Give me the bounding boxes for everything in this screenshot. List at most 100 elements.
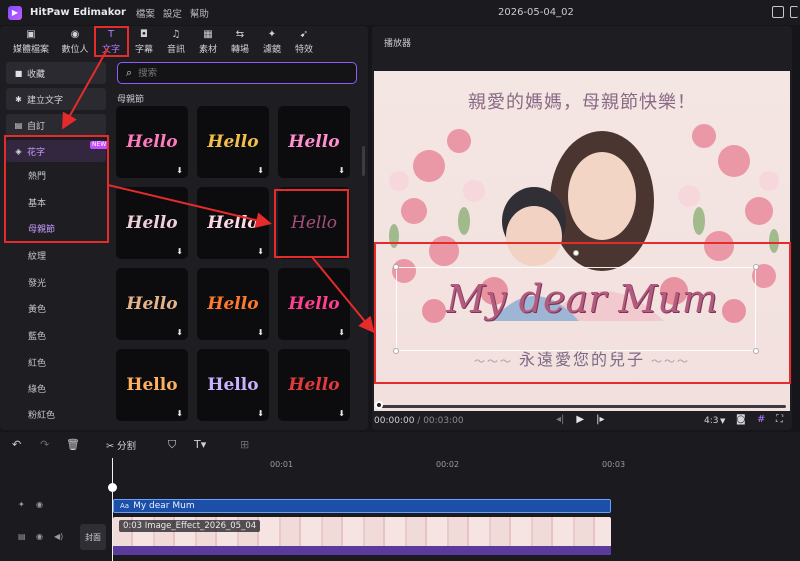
category-create-text[interactable]: ✱ 建立文字 bbox=[6, 88, 106, 110]
category-custom[interactable]: ▤ 自訂 bbox=[6, 114, 106, 136]
layout-icon[interactable] bbox=[772, 6, 784, 18]
play-icon[interactable]: ▶ bbox=[576, 414, 584, 425]
cover-button[interactable]: 封面 bbox=[80, 524, 106, 550]
grid-icon[interactable]: # bbox=[757, 414, 765, 425]
image-clip[interactable]: 0:03 Image_Effect_2026_05_04 bbox=[113, 517, 611, 555]
previous-frame-icon[interactable]: ◂| bbox=[556, 414, 564, 425]
text-style-thumb[interactable]: Hello ⬇ bbox=[116, 349, 188, 421]
category-favorites[interactable]: ■ 收藏 bbox=[6, 62, 106, 84]
download-icon[interactable]: ⬇ bbox=[176, 247, 183, 256]
text-style-thumb-selected[interactable]: Hello bbox=[278, 187, 350, 259]
redo-icon[interactable]: ↷ bbox=[40, 438, 49, 451]
timecode: 00:00:00 / 00:03:00 bbox=[374, 416, 464, 426]
tab-avatar[interactable]: ◉ 數位人 bbox=[56, 26, 94, 59]
text-style-thumb[interactable]: Hello ⬇ bbox=[278, 106, 350, 178]
track-layout-icon[interactable]: ▤ bbox=[18, 532, 26, 541]
text-style-thumb[interactable]: Hello ⬇ bbox=[278, 268, 350, 340]
menu-settings[interactable]: 設定 bbox=[163, 6, 182, 20]
tab-audio[interactable]: ♫ 音訊 bbox=[160, 26, 192, 59]
delete-icon[interactable]: 🗑 bbox=[66, 438, 80, 451]
tab-assets[interactable]: ▦ 素材 bbox=[192, 26, 224, 59]
tick-label: 00:01 bbox=[270, 460, 294, 469]
eye-icon[interactable]: ◉ bbox=[36, 500, 43, 509]
undo-icon[interactable]: ↶ bbox=[12, 438, 21, 451]
playback-progress-track[interactable] bbox=[380, 405, 786, 408]
download-icon[interactable]: ⬇ bbox=[176, 166, 183, 175]
subcategory-pink[interactable]: 粉紅色 bbox=[28, 408, 55, 421]
thumb-label: Hello bbox=[207, 294, 259, 314]
tab-effects[interactable]: ➹ 特效 bbox=[288, 26, 320, 59]
playhead-knob[interactable] bbox=[108, 483, 117, 492]
download-icon[interactable]: ⬇ bbox=[257, 409, 264, 418]
subcategory-blue[interactable]: 藍色 bbox=[28, 329, 46, 342]
subcategory-glow[interactable]: 發光 bbox=[28, 276, 46, 289]
subcategory-yellow[interactable]: 黃色 bbox=[28, 302, 46, 315]
text-tool-icon[interactable]: T▾ bbox=[194, 438, 206, 451]
download-icon[interactable]: ⬇ bbox=[338, 166, 345, 175]
subtitle-text[interactable]: 永遠愛您的兒子 bbox=[374, 346, 790, 370]
sparkle-icon[interactable]: ✦ bbox=[18, 500, 25, 509]
playback-progress-knob[interactable] bbox=[375, 401, 383, 409]
download-icon[interactable]: ⬇ bbox=[176, 409, 183, 418]
subcategory-green[interactable]: 綠色 bbox=[28, 382, 46, 395]
speaker-icon[interactable]: ◀) bbox=[54, 532, 63, 541]
download-icon[interactable]: ⬇ bbox=[257, 328, 264, 337]
text-style-thumb[interactable]: Hello ⬇ bbox=[197, 349, 269, 421]
download-icon[interactable]: ⬇ bbox=[176, 328, 183, 337]
subcategory-basic[interactable]: 基本 bbox=[28, 196, 46, 209]
fullscreen-icon[interactable]: ⛶ bbox=[776, 414, 783, 425]
panel-scrollbar[interactable] bbox=[362, 146, 365, 176]
menu-help[interactable]: 幫助 bbox=[190, 6, 209, 20]
tab-filter[interactable]: ✦ 濾鏡 bbox=[256, 26, 288, 59]
download-icon[interactable]: ⬇ bbox=[257, 247, 264, 256]
text-style-thumb[interactable]: Hello ⬇ bbox=[197, 187, 269, 259]
subcategory-mothers-day[interactable]: 母親節 bbox=[28, 222, 55, 235]
next-frame-icon[interactable]: |▸ bbox=[596, 414, 604, 425]
project-name: 2026-05-04_02 bbox=[498, 7, 574, 18]
download-icon[interactable]: ⬇ bbox=[338, 409, 345, 418]
add-icon[interactable]: ⊞ bbox=[240, 438, 249, 451]
tab-text[interactable]: T 文字 bbox=[94, 26, 128, 59]
avatar-icon: ◉ bbox=[70, 29, 80, 40]
download-icon[interactable]: ⬇ bbox=[338, 328, 345, 337]
search-input[interactable] bbox=[138, 67, 339, 79]
search-box[interactable]: ⌕ bbox=[117, 62, 357, 84]
download-icon[interactable]: ⬇ bbox=[257, 166, 264, 175]
thumb-label: Hello bbox=[288, 294, 340, 314]
marker-icon[interactable]: ⛉ bbox=[168, 438, 176, 452]
window-icon[interactable] bbox=[790, 6, 798, 18]
menu-file[interactable]: 檔案 bbox=[136, 6, 155, 20]
text-style-thumb[interactable]: Hello ⬇ bbox=[116, 106, 188, 178]
resize-handle[interactable] bbox=[753, 264, 759, 270]
player-panel: 播放器 親愛的媽媽，母親節快樂！ My dear Mum 〜〜〜 永遠愛您的兒子… bbox=[372, 26, 792, 430]
category-label: 花字 bbox=[27, 147, 46, 158]
text-style-thumb[interactable]: Hello ⬇ bbox=[197, 106, 269, 178]
total-time: / 00:03:00 bbox=[417, 416, 464, 426]
text-style-thumb[interactable]: Hello ⬇ bbox=[278, 349, 350, 421]
preview-canvas[interactable]: 親愛的媽媽，母親節快樂！ My dear Mum 永遠愛您的兒子 bbox=[374, 71, 790, 411]
split-button[interactable]: ✂ 分割 bbox=[106, 438, 136, 452]
aspect-ratio-select[interactable]: 4:3 bbox=[704, 416, 718, 426]
rotate-handle[interactable] bbox=[573, 250, 579, 256]
text-icon: T bbox=[107, 29, 115, 40]
eye-icon[interactable]: ◉ bbox=[36, 532, 43, 541]
category-fancy-text[interactable]: ◈ 花字 NEW bbox=[6, 140, 109, 162]
chevron-down-icon[interactable]: ▼ bbox=[720, 417, 725, 425]
split-label: 分割 bbox=[117, 441, 137, 452]
text-style-thumb[interactable]: Hello ⬇ bbox=[116, 187, 188, 259]
text-style-thumb[interactable]: Hello ⬇ bbox=[116, 268, 188, 340]
subcategory-red[interactable]: 紅色 bbox=[28, 356, 46, 369]
tab-transition[interactable]: ⇆ 轉場 bbox=[224, 26, 256, 59]
text-style-thumb[interactable]: Hello ⬇ bbox=[197, 268, 269, 340]
text-clip[interactable]: Aa My dear Mum bbox=[113, 499, 611, 513]
subcategory-popular[interactable]: 熱門 bbox=[28, 169, 46, 182]
tab-subtitle[interactable]: ◘ 字幕 bbox=[128, 26, 160, 59]
tab-label: 字幕 bbox=[134, 45, 153, 55]
timeline-ruler[interactable]: 00:01 00:02 00:03 bbox=[112, 458, 800, 476]
camera-icon[interactable]: ◙ bbox=[736, 414, 746, 425]
subcategory-texture[interactable]: 紋理 bbox=[28, 249, 46, 262]
resize-handle[interactable] bbox=[393, 264, 399, 270]
playhead[interactable] bbox=[112, 458, 113, 561]
tab-media[interactable]: ▣ 媒體檔案 bbox=[6, 26, 56, 59]
main-title-text[interactable]: My dear Mum bbox=[374, 277, 790, 321]
